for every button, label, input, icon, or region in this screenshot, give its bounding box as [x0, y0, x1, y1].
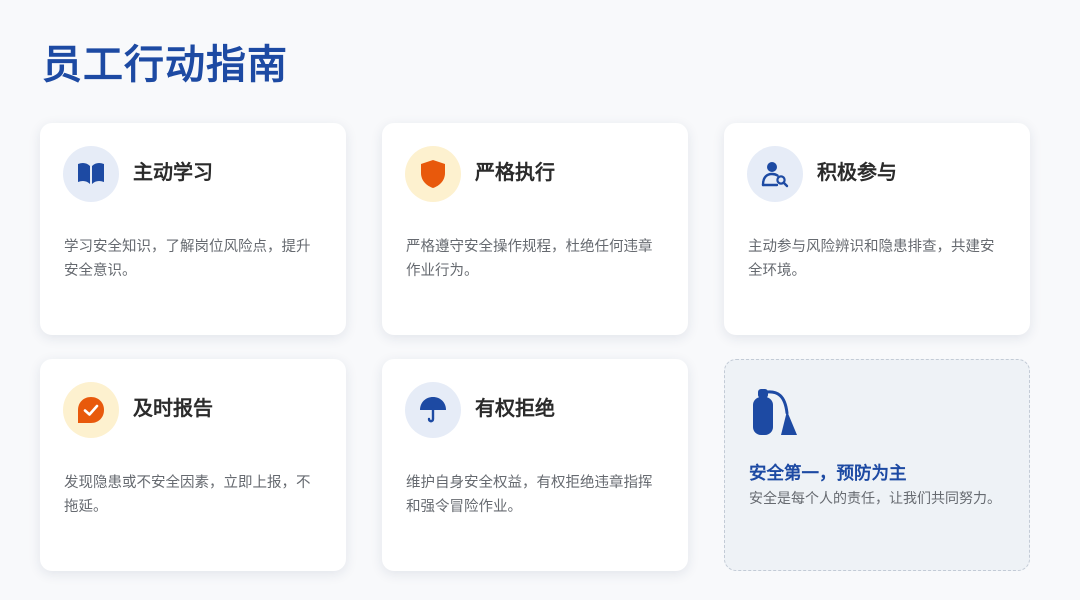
icon-circle	[405, 146, 461, 202]
icon-circle	[405, 382, 461, 438]
card-title: 主动学习	[133, 160, 213, 184]
icon-circle	[63, 146, 119, 202]
card-description: 发现隐患或不安全因素，立即上报，不拖延。	[64, 475, 311, 515]
card-active-participation: 积极参与 主动参与风险辨识和隐患排查，共建安全环境。	[724, 123, 1030, 335]
icon-circle	[747, 146, 803, 202]
book-icon	[78, 162, 104, 184]
shield-icon	[421, 160, 445, 188]
card-title: 积极参与	[817, 160, 897, 184]
motto-title: 安全第一，预防为主	[749, 464, 907, 484]
card-strict-execution: 严格执行 严格遵守安全操作规程，杜绝任何违章作业行为。	[382, 123, 688, 335]
card-description: 主动参与风险辨识和隐患排查，共建安全环境。	[748, 239, 995, 279]
card-description: 维护自身安全权益，有权拒绝违章指挥和强令冒险作业。	[406, 475, 653, 515]
motto-card: 安全第一，预防为主 安全是每个人的责任，让我们共同努力。	[724, 359, 1030, 571]
page-title: 员工行动指南	[42, 41, 288, 88]
report-check-icon	[78, 397, 104, 423]
motto-description: 安全是每个人的责任，让我们共同努力。	[749, 491, 1001, 507]
card-active-learning: 主动学习 学习安全知识，了解岗位风险点，提升安全意识。	[40, 123, 346, 335]
card-timely-report: 及时报告 发现隐患或不安全因素，立即上报，不拖延。	[40, 359, 346, 571]
card-title: 及时报告	[133, 396, 213, 420]
card-title: 严格执行	[475, 160, 555, 184]
card-title: 有权拒绝	[475, 396, 555, 420]
card-description: 严格遵守安全操作规程，杜绝任何违章作业行为。	[406, 239, 653, 279]
umbrella-icon	[420, 397, 446, 423]
card-right-to-refuse: 有权拒绝 维护自身安全权益，有权拒绝违章指挥和强令冒险作业。	[382, 359, 688, 571]
icon-circle	[63, 382, 119, 438]
card-description: 学习安全知识，了解岗位风险点，提升安全意识。	[64, 239, 311, 279]
guide-grid: 主动学习 学习安全知识，了解岗位风险点，提升安全意识。 严格执行 严格遵守安全操…	[40, 123, 1030, 571]
fire-extinguisher-icon	[753, 389, 797, 435]
user-search-icon	[761, 162, 789, 188]
